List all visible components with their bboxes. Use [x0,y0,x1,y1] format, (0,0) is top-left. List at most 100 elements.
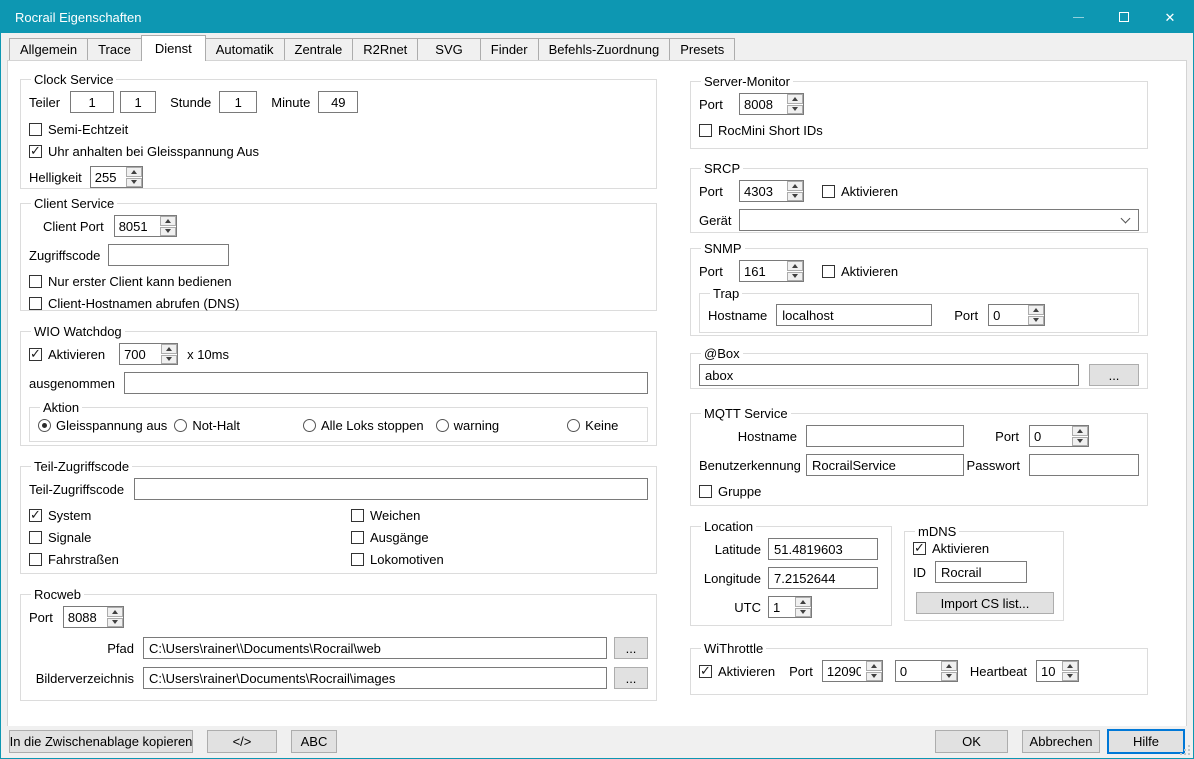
stunde-input[interactable] [219,91,257,113]
xml-source-button[interactable]: </> [207,730,277,753]
abox-browse-button[interactable]: ... [1089,364,1139,386]
spin-up-button[interactable] [795,597,811,607]
signale-checkbox[interactable] [29,531,42,544]
withrottle-port-input[interactable] [823,661,865,681]
spin-up-button[interactable] [160,216,176,226]
spin-up-button[interactable] [787,94,803,104]
zugriffscode-input[interactable] [108,244,229,266]
spin-up-button[interactable] [1028,305,1044,315]
srcp-aktivieren-checkbox[interactable] [822,185,835,198]
aktion-warning-radio[interactable] [436,419,449,432]
benutzerkennung-input[interactable] [806,454,964,476]
spin-down-button[interactable] [795,608,811,618]
tab-automatik[interactable]: Automatik [205,38,285,60]
aktion-gleisspannung-radio[interactable] [38,419,51,432]
withrottle-port2-input[interactable] [896,661,940,681]
spin-down-button[interactable] [787,272,803,282]
tab-presets[interactable]: Presets [669,38,735,60]
fahrstrassen-checkbox[interactable] [29,553,42,566]
lokomotiven-checkbox[interactable] [351,553,364,566]
tab-zentrale[interactable]: Zentrale [284,38,354,60]
rocmini-checkbox[interactable] [699,124,712,137]
weichen-checkbox[interactable] [351,509,364,522]
pfad-browse-button[interactable]: ... [614,637,648,659]
aktion-nothalt-radio[interactable] [174,419,187,432]
tab-dienst[interactable]: Dienst [141,35,206,61]
semi-echtzeit-checkbox[interactable] [29,123,42,136]
spin-up-button[interactable] [126,167,142,177]
ausgenommen-input[interactable] [124,372,648,394]
spin-up-button[interactable] [107,607,123,617]
utc-input[interactable] [769,597,794,617]
copy-to-clipboard-button[interactable]: In die Zwischenablage kopieren [9,730,193,753]
spin-up-button[interactable] [161,344,177,354]
bilderverzeichnis-input[interactable] [143,667,607,689]
teiler1-input[interactable] [70,91,114,113]
teiler2-input[interactable] [120,91,156,113]
abc-button[interactable]: ABC [291,730,337,753]
mqtt-port-input[interactable] [1030,426,1071,446]
spin-up-button[interactable] [1062,661,1078,671]
tab-svg[interactable]: SVG [417,38,480,60]
passwort-input[interactable] [1029,454,1139,476]
snmp-port-input[interactable] [740,261,786,281]
wio-aktivieren-checkbox[interactable] [29,348,42,361]
tab-r2rnet[interactable]: R2Rnet [352,38,418,60]
spin-up-button[interactable] [787,261,803,271]
snmp-aktivieren-checkbox[interactable] [822,265,835,278]
uhr-anhalten-checkbox[interactable] [29,145,42,158]
spin-down-button[interactable] [126,178,142,188]
tab-befehls-zuordnung[interactable]: Befehls-Zuordnung [538,38,671,60]
ok-button[interactable]: OK [935,730,1008,753]
mdns-id-input[interactable] [935,561,1027,583]
spin-up-button[interactable] [866,661,882,671]
nur-erster-client-checkbox[interactable] [29,275,42,288]
cancel-button[interactable]: Abbrechen [1022,730,1100,753]
withrottle-aktivieren-checkbox[interactable] [699,665,712,678]
rocweb-port-input[interactable] [64,607,106,627]
tab-finder[interactable]: Finder [480,38,539,60]
ausgaenge-checkbox[interactable] [351,531,364,544]
latitude-input[interactable] [768,538,878,560]
trap-port-input[interactable] [989,305,1027,325]
heartbeat-input[interactable] [1037,661,1061,681]
client-hostnamen-checkbox[interactable] [29,297,42,310]
geraet-combobox[interactable] [739,209,1139,231]
minimize-button[interactable] [1055,1,1101,33]
spin-down-button[interactable] [1028,316,1044,326]
spin-up-button[interactable] [1072,426,1088,436]
mqtt-hostname-input[interactable] [806,425,964,447]
spin-down-button[interactable] [160,227,176,237]
close-button[interactable]: ✕ [1147,1,1193,33]
spin-down-button[interactable] [1072,437,1088,447]
teil-zugriffscode-input[interactable] [134,478,648,500]
aktion-alle-loks-radio[interactable] [303,419,316,432]
srcp-port-input[interactable] [740,181,786,201]
tab-trace[interactable]: Trace [87,38,142,60]
pfad-input[interactable] [143,637,607,659]
helligkeit-input[interactable] [91,167,125,187]
client-port-input[interactable] [115,216,159,236]
bilderverzeichnis-browse-button[interactable]: ... [614,667,648,689]
wio-interval-input[interactable] [120,344,160,364]
spin-up-button[interactable] [941,661,957,671]
spin-up-button[interactable] [787,181,803,191]
aktion-keine-radio[interactable] [567,419,580,432]
tab-allgemein[interactable]: Allgemein [9,38,88,60]
help-button[interactable]: Hilfe [1107,729,1185,754]
minute-input[interactable] [318,91,358,113]
resize-grip[interactable] [1188,753,1190,755]
longitude-input[interactable] [768,567,878,589]
spin-down-button[interactable] [787,192,803,202]
spin-down-button[interactable] [1062,672,1078,682]
import-cs-list-button[interactable]: Import CS list... [916,592,1054,614]
server-monitor-port-input[interactable] [740,94,786,114]
system-checkbox[interactable] [29,509,42,522]
spin-down-button[interactable] [941,672,957,682]
abox-input[interactable] [699,364,1079,386]
spin-down-button[interactable] [866,672,882,682]
trap-hostname-input[interactable] [776,304,932,326]
gruppe-checkbox[interactable] [699,485,712,498]
spin-down-button[interactable] [787,105,803,115]
spin-down-button[interactable] [161,355,177,365]
